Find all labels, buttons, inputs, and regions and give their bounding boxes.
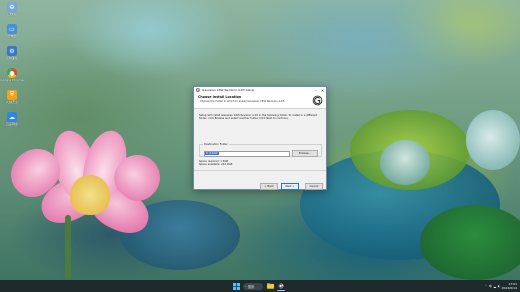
network-icon[interactable]: ▂ (494, 284, 496, 288)
security-shield-icon: ⛨ (7, 90, 17, 100)
destination-folder-input[interactable]: D:\G16W (204, 151, 290, 157)
desktop-icon-recycle-bin[interactable]: ♻ 回收站 (2, 2, 22, 24)
desktop-icon-this-pc[interactable]: ▭ 此电脑 (2, 24, 22, 46)
taskbar-search-label: 搜索 (247, 284, 255, 289)
desktop-icon-baidu-cloud[interactable]: ☁ 百度网盘 (2, 112, 22, 134)
input-language[interactable]: 中 (489, 284, 492, 288)
installer-header: Choose Install Location Choose the folde… (194, 93, 326, 109)
next-button[interactable]: Next > (281, 183, 299, 190)
desktop-icon-chrome[interactable]: ● Google Chrome (0, 68, 24, 90)
search-icon: ⌕ (245, 284, 247, 288)
recycle-bin-icon: ♻ (7, 2, 17, 12)
destination-folder-legend: Destination Folder (203, 143, 229, 146)
taskbar-search[interactable]: ⌕ 搜索 (243, 282, 263, 290)
back-button[interactable]: < Back (260, 183, 278, 190)
installer-window: Gaussian 16W Revision A.03 Setup – ✕ Cho… (193, 86, 327, 190)
volume-icon[interactable]: ◖ (498, 284, 500, 288)
start-button[interactable] (232, 282, 240, 290)
baidu-cloud-icon: ☁ (7, 112, 17, 122)
taskbar: ⌕ 搜索 ˄ 中 ▂ ◖ 17:01 2024/6/14 (0, 280, 520, 292)
taskbar-clock[interactable]: 17:01 2024/6/14 (502, 282, 517, 290)
chrome-icon: ● (7, 68, 17, 78)
windows-start-icon (232, 282, 240, 290)
gaussian-logo-icon (312, 95, 323, 106)
browse-button[interactable]: Browse... (292, 150, 318, 157)
destination-folder-value: D:\G16W (205, 152, 219, 155)
install-description: Setup will install Gaussian 16W Revision… (199, 114, 318, 121)
installer-title: Gaussian 16W Revision A.03 Setup (202, 88, 255, 92)
taskbar-file-explorer[interactable] (266, 282, 274, 290)
space-info: Space required: 1.5GB Space available: 2… (199, 160, 232, 166)
destination-folder-group: Destination Folder D:\G16W Browse... (199, 143, 322, 157)
taskbar-gaussian-setup[interactable] (277, 282, 285, 291)
clock-date: 2024/6/14 (501, 286, 517, 290)
cancel-button[interactable]: Cancel (305, 183, 323, 190)
taskbar-apps: ⌕ 搜索 (232, 282, 285, 291)
desktop-icon-security[interactable]: ⛨ 火绒安全 (2, 90, 22, 112)
desktop-icon-control-panel[interactable]: ⚙ 控制面板 (2, 46, 22, 68)
page-title: Choose Install Location (198, 95, 242, 99)
space-available: Space available: 242.0GB (199, 163, 233, 167)
control-panel-icon: ⚙ (7, 46, 17, 56)
folder-icon (266, 283, 274, 289)
desktop-icon-column: ♻ 回收站 ▭ 此电脑 ⚙ 控制面板 ● Google Chrome ⛨ 火绒安… (0, 2, 24, 134)
this-pc-icon: ▭ (7, 24, 17, 34)
gaussian-app-icon (278, 282, 284, 289)
chevron-up-icon[interactable]: ˄ (485, 284, 487, 288)
page-subtitle: Choose the folder in which to install Ga… (200, 100, 286, 103)
system-tray: ˄ 中 ▂ ◖ 17:01 2024/6/14 (485, 281, 517, 291)
gaussian-app-icon (196, 88, 200, 92)
footer-divider (194, 170, 326, 171)
